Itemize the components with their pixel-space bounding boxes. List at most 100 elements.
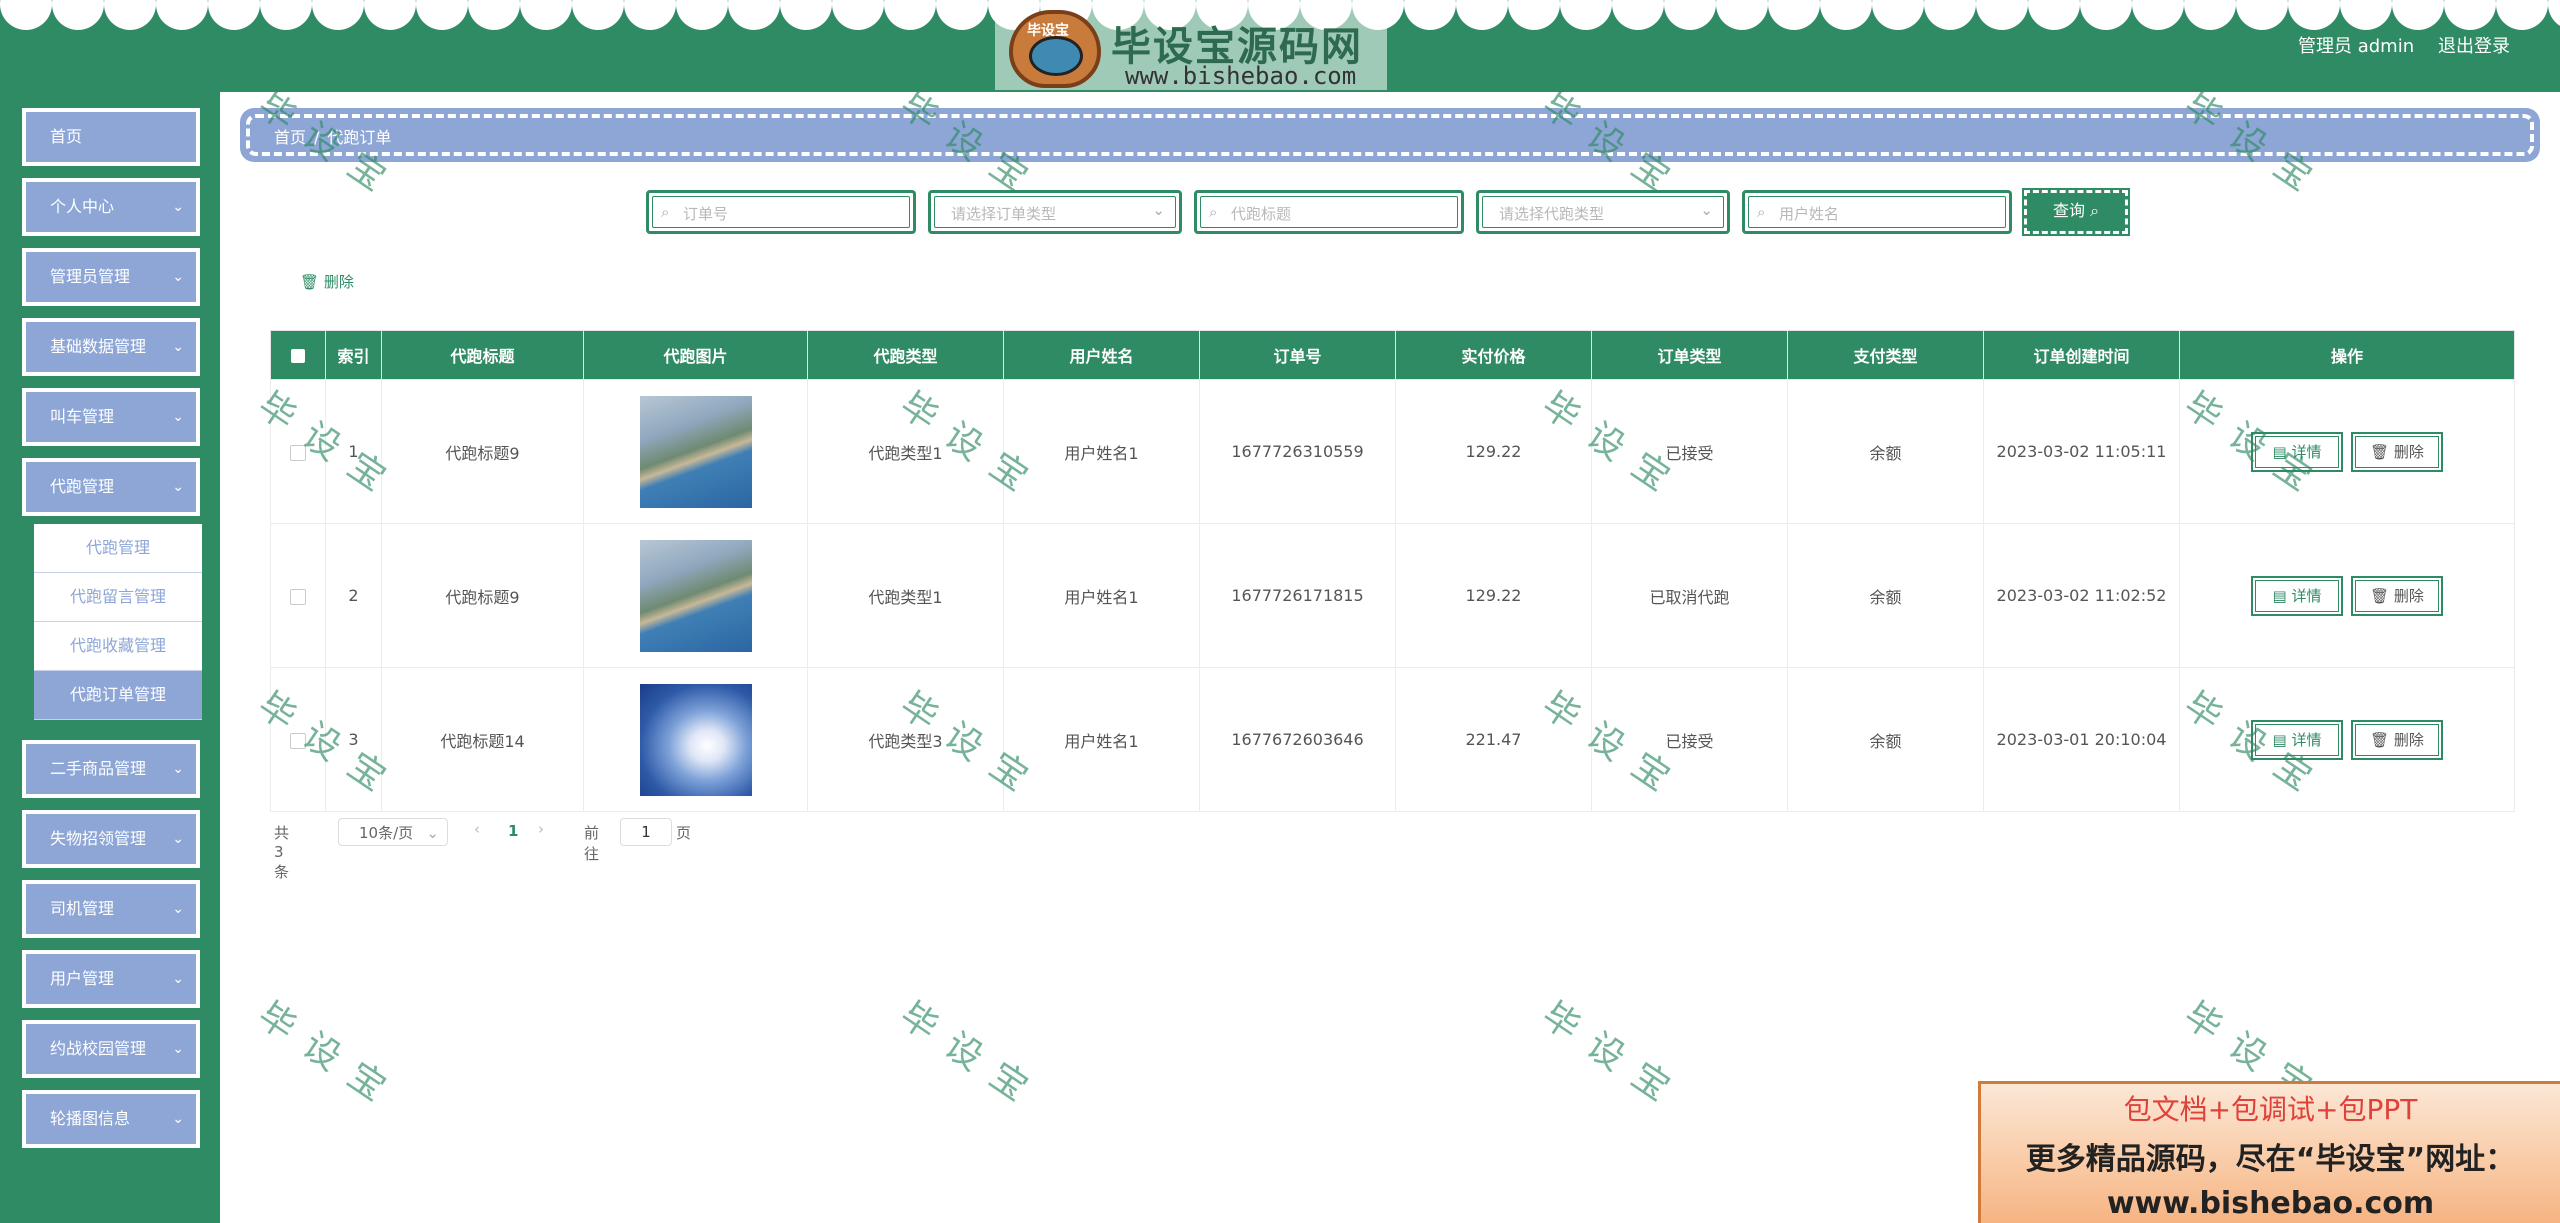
bulk-delete-label: 删除	[323, 273, 354, 291]
cell-price: 221.47	[1395, 667, 1592, 812]
search-icon: ⌕	[1757, 203, 1766, 221]
cell-created: 2023-03-02 11:02:52	[1983, 523, 2180, 668]
cell-order-no: 1677672603646	[1199, 667, 1396, 812]
sidebar-item[interactable]: 叫车管理 ⌄	[22, 388, 200, 446]
page-number[interactable]: 1	[508, 822, 518, 840]
run-image[interactable]	[639, 395, 752, 508]
sidebar-item-label: 用户管理	[50, 969, 115, 988]
sidebar-item[interactable]: 轮播图信息 ⌄	[22, 1090, 200, 1148]
page-size-value: 10条/页	[359, 824, 414, 842]
sidebar-item[interactable]: 二手商品管理 ⌄	[22, 740, 200, 798]
cell-price: 129.22	[1395, 379, 1592, 524]
sidebar-subitem[interactable]: 代跑留言管理	[34, 573, 202, 622]
run-image[interactable]	[639, 683, 752, 796]
logout-link[interactable]: 退出登录	[2438, 32, 2510, 58]
table-row: 3 代跑标题14 代跑类型3 用户姓名1 1677672603646 221.47 已接受余…	[270, 667, 2515, 812]
sidebar-item-label: 代跑管理	[50, 477, 115, 496]
watermark-text: 毕设宝	[250, 994, 408, 1120]
col-header: 代跑图片	[583, 330, 808, 380]
bulk-delete-button[interactable]: 🗑 删除	[300, 271, 354, 292]
breadcrumb-home[interactable]: 首页	[274, 128, 306, 147]
sidebar-item[interactable]: 约战校园管理 ⌄	[22, 1020, 200, 1078]
cell-pay-type: 余额	[1787, 667, 1984, 812]
delete-button[interactable]: 🗑 删除	[2351, 431, 2443, 472]
breadcrumb-current: 代跑订单	[327, 128, 392, 147]
sidebar-item-label: 司机管理	[50, 899, 115, 918]
promo-line-2: 更多精品源码，尽在“毕设宝”网址：	[2025, 1142, 2516, 1177]
chevron-down-icon: ⌄	[172, 831, 184, 847]
logo-url: www.bishebao.com	[1125, 62, 1357, 90]
sidebar-item[interactable]: 司机管理 ⌄	[22, 880, 200, 938]
cell-type: 代跑类型3	[807, 667, 1004, 812]
detail-button[interactable]: ▤ 详情	[2251, 719, 2343, 760]
title-input[interactable]: ⌕ 代跑标题	[1194, 190, 1464, 234]
username-input[interactable]: ⌕ 用户姓名	[1742, 190, 2012, 234]
cell-created: 2023-03-02 11:05:11	[1983, 379, 2180, 524]
cell-title: 代跑标题9	[381, 379, 584, 524]
sidebar-subitem[interactable]: 代跑订单管理	[34, 671, 202, 720]
chevron-down-icon: ⌄	[1152, 201, 1165, 219]
chevron-down-icon: ⌄	[1700, 201, 1713, 219]
breadcrumb-separator: /	[314, 128, 320, 147]
sidebar-item-label: 二手商品管理	[50, 759, 147, 778]
sidebar-subitem[interactable]: 代跑收藏管理	[34, 622, 202, 671]
page-unit: 页	[676, 824, 692, 842]
cell-username: 用户姓名1	[1003, 667, 1200, 812]
table-row: 2 代跑标题9 代跑类型1 用户姓名1 1677726171815 129.22 已取消代跑…	[270, 523, 2515, 668]
mascot-icon: 毕设宝	[1009, 10, 1101, 88]
sidebar-item[interactable]: 个人中心 ⌄	[22, 178, 200, 236]
query-button[interactable]: 查询 ⌕	[2022, 188, 2130, 236]
run-image[interactable]	[639, 539, 752, 652]
cell-type: 代跑类型1	[807, 379, 1004, 524]
cell-price: 129.22	[1395, 523, 1592, 668]
detail-button[interactable]: ▤ 详情	[2251, 575, 2343, 616]
prev-page-icon[interactable]: ‹	[474, 820, 480, 838]
order-type-select[interactable]: 请选择订单类型 ⌄	[928, 190, 1182, 234]
sidebar-item-label: 轮播图信息	[50, 1109, 131, 1128]
sidebar-item[interactable]: 失物招领管理 ⌄	[22, 810, 200, 868]
row-checkbox[interactable]	[270, 379, 326, 524]
page-size-select[interactable]: 10条/页 ⌄	[338, 818, 448, 846]
actions-cell: ▤ 详情 🗑 删除	[2179, 667, 2515, 812]
col-header: 用户姓名	[1003, 330, 1200, 380]
cell-pay-type: 余额	[1787, 379, 1984, 524]
sidebar-item[interactable]: 管理员管理 ⌄	[22, 248, 200, 306]
delete-button[interactable]: 🗑 删除	[2351, 719, 2443, 760]
cell-username: 用户姓名1	[1003, 523, 1200, 668]
row-checkbox[interactable]	[270, 667, 326, 812]
run-type-select[interactable]: 请选择代跑类型 ⌄	[1476, 190, 1730, 234]
col-header: 代跑标题	[381, 330, 584, 380]
actions-cell: ▤ 详情 🗑 删除	[2179, 379, 2515, 524]
cell-pay-type: 余额	[1787, 523, 1984, 668]
sidebar-subitem[interactable]: 代跑管理	[34, 524, 202, 573]
sidebar-item-label: 失物招领管理	[50, 829, 147, 848]
col-header: 订单创建时间	[1983, 330, 2180, 380]
sidebar-item[interactable]: 首页	[22, 108, 200, 166]
goto-page-input[interactable]: 1	[620, 818, 672, 846]
row-checkbox[interactable]	[270, 523, 326, 668]
cell-order-no: 1677726310559	[1199, 379, 1396, 524]
total-count: 共 3 条	[274, 824, 290, 881]
sidebar-item-label: 叫车管理	[50, 407, 115, 426]
order-no-input[interactable]: ⌕ 订单号	[646, 190, 916, 234]
title-placeholder: 代跑标题	[1231, 205, 1292, 223]
sidebar-item-label: 个人中心	[50, 197, 115, 216]
delete-button[interactable]: 🗑 删除	[2351, 575, 2443, 616]
cell-created: 2023-03-01 20:10:04	[1983, 667, 2180, 812]
order-type-placeholder: 请选择订单类型	[951, 205, 1057, 223]
promo-line-1: 包文档+包调试+包PPT	[2123, 1093, 2418, 1126]
cell-title: 代跑标题14	[381, 667, 584, 812]
sidebar-item[interactable]: 基础数据管理 ⌄	[22, 318, 200, 376]
sidebar-item[interactable]: 代跑管理 ⌄	[22, 458, 200, 516]
cell-username: 用户姓名1	[1003, 379, 1200, 524]
search-icon: ⌕	[1209, 203, 1218, 221]
chevron-down-icon: ⌄	[172, 1041, 184, 1057]
col-header: 代跑类型	[807, 330, 1004, 380]
select-all-checkbox[interactable]	[270, 330, 326, 380]
sidebar-item-label: 管理员管理	[50, 267, 131, 286]
detail-button[interactable]: ▤ 详情	[2251, 431, 2343, 472]
next-page-icon[interactable]: ›	[538, 820, 544, 838]
sidebar-item-label: 基础数据管理	[50, 337, 147, 356]
sidebar-item[interactable]: 用户管理 ⌄	[22, 950, 200, 1008]
top-header: 毕设宝 毕设宝源码网 www.bishebao.com 管理员 admin 退出…	[0, 0, 2560, 92]
